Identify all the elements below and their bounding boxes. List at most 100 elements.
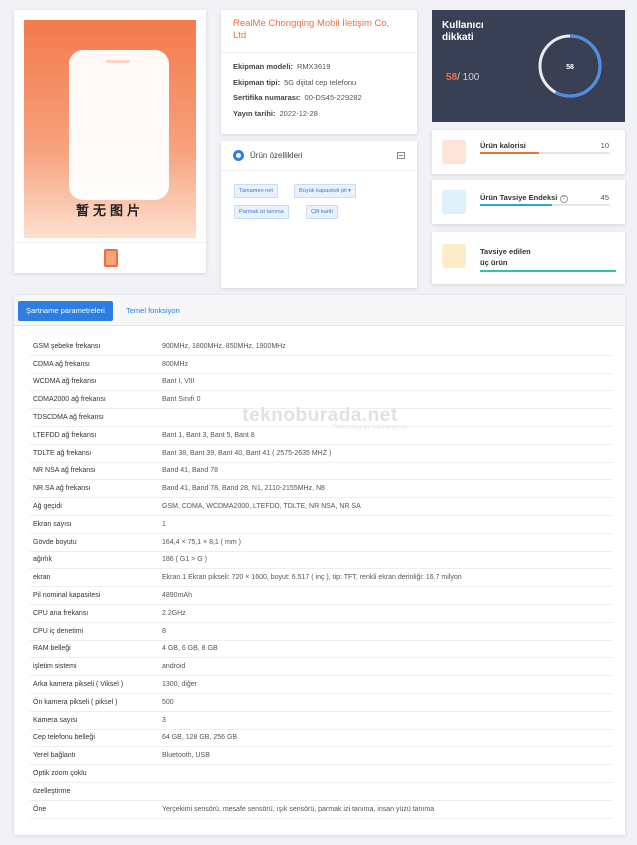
thumbnail-strip [14,242,206,273]
spec-label: Arka kamera pikseli ( Viksel ) [33,681,124,689]
spec-label: Cep telefonu belleği [33,734,95,742]
spec-label: RAM belleği [33,645,71,653]
features-title: Ürün özellikleri [250,151,303,160]
specification-panel: Şartname parametreleri Temel fonksiyon G… [14,295,625,835]
spec-value: 1300, diğer [162,681,198,689]
product-features-card: Ürün özellikleri Tamamen net Büyük kapas… [221,141,417,288]
table-row: CPU iç denetimi 8 [30,623,612,641]
spec-value: android [162,663,186,671]
spec-value: Bluetooth, USB [162,752,210,760]
spec-value: 500 [162,698,174,706]
table-row: CDMA ağ frekansı 800MHz [30,356,612,374]
table-row: Pil nominal kapasitesi 4890mAh [30,587,612,605]
calorie-bar-fill [480,152,539,154]
features-header: Ürün özellikleri [221,141,417,171]
spec-value: 8 [162,627,166,635]
thumbnail-item[interactable] [104,249,118,267]
tab-specifications[interactable]: Şartname parametreleri [18,301,113,321]
recommended-products-card[interactable]: Tavsiye edilen üç ürün [432,232,625,284]
calorie-label: Ürün kalorisi [480,141,526,150]
feature-tag[interactable]: Tamamen net [234,184,278,198]
feature-tag-dropdown[interactable]: Büyük kapasiteli pil ▾ [294,184,356,198]
table-row: Ağ geçidi GSM, CDMA, WCDMA2000, LTEFDD, T… [30,498,612,516]
score-ring-gauge: 58 [538,34,602,98]
spec-value: GSM, CDMA, WCDMA2000, LTEFDD, TDLTE, NR … [162,503,361,511]
spec-label: Kamera sayısı [33,716,78,724]
table-row: Cep telefonu belleği 64 GB, 128 GB, 256 G… [30,730,612,748]
table-row: CPU ana frekansı 2.2GHz [30,605,612,623]
table-row: NR NSA ağ frekansı Band 41, Band 78 [30,463,612,481]
table-row: TDLTE ağ frekansı Bant 38, Bant 39, Bant … [30,445,612,463]
table-row: WCDMA ağ frekansı Bant I, VIII [30,374,612,392]
table-row: Gövde boyutu 164,4 × 75,1 × 8,1 ( mm ) [30,534,612,552]
spec-value: Bant 1, Bant 3, Bant 5, Bant 8 [162,431,255,439]
phone-heat-icon [442,140,466,164]
recommendation-index-card: Ürün Tavsiye Endeksi ? 45 [432,180,625,224]
spec-label: Optik zoom çoklu [33,770,87,778]
spec-label: NR NSA ağ frekansı [33,467,96,475]
spec-label: Ekran sayısı [33,520,72,528]
spec-label: Ön kamera pikseli ( piksel ) [33,698,118,706]
feature-tag[interactable]: Parmak izi tanıma [234,205,289,219]
spec-value: 1 [162,520,166,528]
spec-label: CDMA2000 ağ frekansı [33,396,106,404]
manufacturer-name[interactable]: RealMe Chongqing Mobil İletişim Co, Ltd [233,18,405,44]
products-icon [442,244,466,268]
table-row: ağırlık 186 ( G1 > G ) [30,552,612,570]
recommend-label: Ürün Tavsiye Endeksi ? [480,193,568,203]
collapse-icon[interactable] [397,152,405,159]
info-row-certificate: Sertifika numarası: 00-DS45-229282 [233,93,362,102]
recommended-bar [480,270,616,272]
spec-label: NR SA ağ frekansı [33,485,91,493]
spec-label: Gövde boyutu [33,538,77,546]
table-row: Öne Yerçekimi sensörü, mesafe sensörü, ış… [30,801,612,819]
spec-value: 64 GB, 128 GB, 256 GB [162,734,238,742]
table-row: Optik zoom çoklu [30,765,612,783]
info-row-release-date: Yayın tarihi: 2022-12-28 [233,108,318,118]
product-image-card: 暂无图片 [14,10,206,273]
spec-label: ağırlık [33,556,53,564]
table-row: NR SA ağ frekansı Band 41, Band 78, Band … [30,480,612,499]
score-text: 58/ 100 [446,72,480,83]
table-row: Arka kamera pikseli ( Viksel ) 1300, diğe… [30,676,612,694]
spec-label: Öne [33,805,47,813]
calorie-bar [480,152,610,154]
spec-label: CPU ana frekansı [33,609,89,617]
spec-label: özelleştirme [33,787,71,795]
spec-label: TDSCDMA ağ frekansı [33,414,104,422]
spec-value: 900MHz, 1800MHz, 850MHz, 1900MHz [162,342,286,350]
calorie-value: 10 [600,141,609,150]
help-icon[interactable]: ? [559,195,568,203]
equipment-info-card: RealMe Chongqing Mobil İletişim Co, Ltd … [221,10,417,134]
spec-value: Band 41, Band 78, Band 28, N1, 2110-2155… [162,485,325,493]
spec-label: ekran [33,574,51,582]
info-row-type: Ekipman tipi: 5G dijital cep telefonu [233,77,357,87]
watermark: teknoburada.net Teknolojiyi Yakalayın [242,405,407,431]
table-row: ekran Ekran 1 Ekran pikseli: 720 × 1600, … [30,569,612,588]
no-image-label: 暂无图片 [75,203,144,218]
spec-label: WCDMA ağ frekansı [33,378,97,386]
spec-label: GSM şebeke frekansı [33,342,101,350]
table-row: Ekran sayısı 1 [30,516,612,534]
table-row: Yerel bağlantı Bluetooth, USB [30,747,612,766]
divider [221,52,417,53]
recommend-bar-fill [480,204,552,206]
spec-value: Bant I, VIII [162,378,195,386]
spec-value: 3 [162,716,166,724]
phone-silhouette-icon [69,50,169,200]
spec-value: Band 41, Band 78 [162,467,219,475]
user-attention-label: Kullanıcı dikkati [442,20,484,43]
spec-label: TDLTE ağ frekansı [33,449,92,457]
table-row: özelleştirme [30,783,612,801]
spec-value: 164,4 × 75,1 × 8,1 ( mm ) [162,538,241,546]
table-row: GSM şebeke frekansı 900MHz, 1800MHz, 850M… [30,338,612,356]
gear-icon [233,150,244,161]
tab-basic-functions[interactable]: Temel fonksiyon [118,301,188,321]
feature-tag[interactable]: Çift kartlı [306,205,339,219]
spec-label: CPU iç denetimi [33,627,84,635]
spec-label: Yerel bağlantı [33,752,76,760]
spec-label: Ağ geçidi [33,503,62,511]
thumbs-up-icon [442,190,466,214]
spec-label: LTEFDD ağ frekansı [33,431,97,439]
table-row: RAM belleği 4 GB, 6 GB, 8 GB [30,641,612,659]
